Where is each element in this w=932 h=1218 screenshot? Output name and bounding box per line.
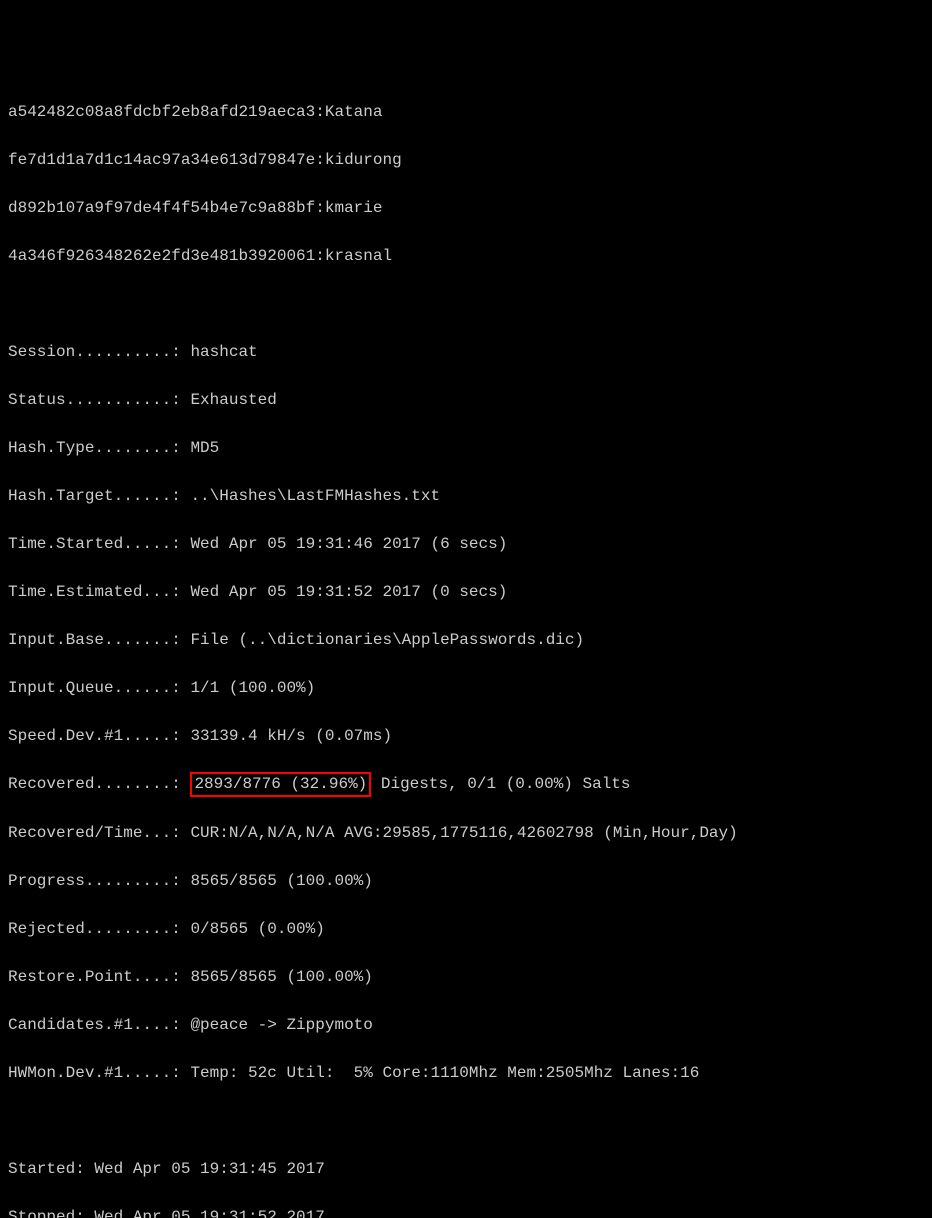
progress-label: Progress.........: — [8, 872, 181, 890]
recovered-row: Recovered........: 2893/8776 (32.96%) Di… — [8, 772, 924, 797]
input-queue-row: Input.Queue......: 1/1 (100.00%) — [8, 676, 924, 700]
hwmon-value: Temp: 52c Util: 5% Core:1110Mhz Mem:2505… — [190, 1064, 699, 1082]
hash-value: a542482c08a8fdcbf2eb8afd219aeca3 — [8, 103, 315, 121]
hwmon-label: HWMon.Dev.#1.....: — [8, 1064, 181, 1082]
session-label: Session..........: — [8, 343, 181, 361]
stopped-line: Stopped: Wed Apr 05 19:31:52 2017 — [8, 1205, 924, 1218]
time-estimated-value: Wed Apr 05 19:31:52 2017 (0 secs) — [190, 583, 507, 601]
hash-target-row: Hash.Target......: ..\Hashes\LastFMHashe… — [8, 484, 924, 508]
restore-point-row: Restore.Point....: 8565/8565 (100.00%) — [8, 965, 924, 989]
time-started-row: Time.Started.....: Wed Apr 05 19:31:46 2… — [8, 532, 924, 556]
hash-target-label: Hash.Target......: — [8, 487, 181, 505]
hash-value: d892b107a9f97de4f4f54b4e7c9a88bf — [8, 199, 315, 217]
recovered-highlighted-value: 2893/8776 (32.96%) — [194, 775, 367, 793]
candidates-label: Candidates.#1....: — [8, 1016, 181, 1034]
input-queue-label: Input.Queue......: — [8, 679, 181, 697]
time-estimated-label: Time.Estimated...: — [8, 583, 181, 601]
input-base-row: Input.Base.......: File (..\dictionaries… — [8, 628, 924, 652]
plaintext-value: kidurong — [325, 151, 402, 169]
progress-row: Progress.........: 8565/8565 (100.00%) — [8, 869, 924, 893]
cracked-hash-line: d892b107a9f97de4f4f54b4e7c9a88bf:kmarie — [8, 196, 924, 220]
hash-type-row: Hash.Type........: MD5 — [8, 436, 924, 460]
cracked-hash-line: 4a346f926348262e2fd3e481b3920061:krasnal — [8, 244, 924, 268]
progress-value: 8565/8565 (100.00%) — [190, 872, 372, 890]
rejected-row: Rejected.........: 0/8565 (0.00%) — [8, 917, 924, 941]
recovered-rest: Digests, 0/1 (0.00%) Salts — [371, 775, 630, 793]
recovered-time-value: CUR:N/A,N/A,N/A AVG:29585,1775116,426027… — [190, 824, 737, 842]
input-base-label: Input.Base.......: — [8, 631, 181, 649]
time-started-label: Time.Started.....: — [8, 535, 181, 553]
status-label: Status...........: — [8, 391, 181, 409]
hash-value: fe7d1d1a7d1c14ac97a34e613d79847e — [8, 151, 315, 169]
hash-target-value: ..\Hashes\LastFMHashes.txt — [190, 487, 440, 505]
status-row: Status...........: Exhausted — [8, 388, 924, 412]
plaintext-value: Katana — [325, 103, 383, 121]
speed-label: Speed.Dev.#1.....: — [8, 727, 181, 745]
hash-type-value: MD5 — [190, 439, 219, 457]
plaintext-value: krasnal — [325, 247, 392, 265]
blank-line — [8, 1109, 924, 1133]
input-base-value: File (..\dictionaries\ApplePasswords.dic… — [190, 631, 584, 649]
blank-line — [8, 292, 924, 316]
recovered-label: Recovered........: — [8, 775, 181, 793]
plaintext-value: kmarie — [325, 199, 383, 217]
session-row: Session..........: hashcat — [8, 340, 924, 364]
speed-value: 33139.4 kH/s (0.07ms) — [190, 727, 392, 745]
status-value: Exhausted — [190, 391, 276, 409]
cracked-hash-line: a542482c08a8fdcbf2eb8afd219aeca3:Katana — [8, 100, 924, 124]
recovered-time-row: Recovered/Time...: CUR:N/A,N/A,N/A AVG:2… — [8, 821, 924, 845]
started-line: Started: Wed Apr 05 19:31:45 2017 — [8, 1157, 924, 1181]
restore-point-value: 8565/8565 (100.00%) — [190, 968, 372, 986]
recovered-highlight: 2893/8776 (32.96%) — [190, 772, 371, 797]
rejected-value: 0/8565 (0.00%) — [190, 920, 324, 938]
candidates-row: Candidates.#1....: @peace -> Zippymoto — [8, 1013, 924, 1037]
rejected-label: Rejected.........: — [8, 920, 181, 938]
cracked-hash-line: fe7d1d1a7d1c14ac97a34e613d79847e:kiduron… — [8, 148, 924, 172]
restore-point-label: Restore.Point....: — [8, 968, 181, 986]
speed-row: Speed.Dev.#1.....: 33139.4 kH/s (0.07ms) — [8, 724, 924, 748]
hash-value: 4a346f926348262e2fd3e481b3920061 — [8, 247, 315, 265]
hash-type-label: Hash.Type........: — [8, 439, 181, 457]
time-started-value: Wed Apr 05 19:31:46 2017 (6 secs) — [190, 535, 507, 553]
candidates-value: @peace -> Zippymoto — [190, 1016, 372, 1034]
input-queue-value: 1/1 (100.00%) — [190, 679, 315, 697]
time-estimated-row: Time.Estimated...: Wed Apr 05 19:31:52 2… — [8, 580, 924, 604]
session-value: hashcat — [190, 343, 257, 361]
recovered-time-label: Recovered/Time...: — [8, 824, 181, 842]
hwmon-row: HWMon.Dev.#1.....: Temp: 52c Util: 5% Co… — [8, 1061, 924, 1085]
